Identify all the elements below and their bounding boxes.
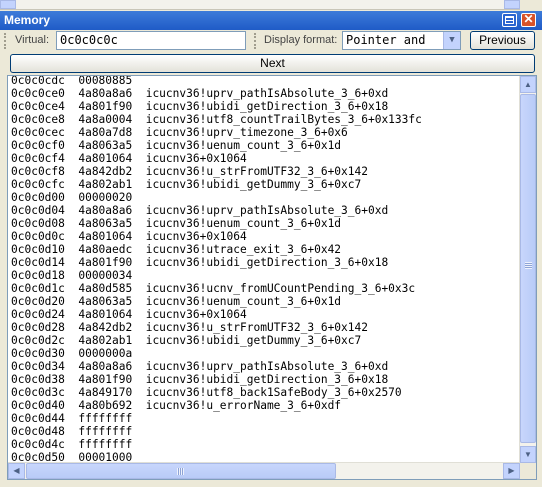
horizontal-scrollbar[interactable]: ◀ ▶ bbox=[8, 462, 520, 479]
memory-line: 0c0c0cfc 4a802ab1 icucnv36!ubidi_getDumm… bbox=[11, 178, 362, 191]
memory-line: 0c0c0d48 ffffffff bbox=[11, 425, 133, 438]
memory-view[interactable]: 0c0c0cdc 00080885 0c0c0ce0 4a80a8a6 icucn… bbox=[7, 75, 537, 480]
memory-line: 0c0c0cf4 4a801064 icucnv36+0x1064 bbox=[11, 152, 247, 165]
window-title: Memory bbox=[4, 13, 51, 27]
display-format-value: Pointer and bbox=[346, 33, 426, 47]
memory-line: 0c0c0ce0 4a80a8a6 icucnv36!uprv_pathIsAb… bbox=[11, 87, 389, 100]
memory-line: 0c0c0d2c 4a802ab1 icucnv36!ubidi_getDumm… bbox=[11, 334, 362, 347]
memory-line: 0c0c0d34 4a80a8a6 icucnv36!uprv_pathIsAb… bbox=[11, 360, 389, 373]
scroll-left-arrow[interactable] bbox=[0, 0, 16, 9]
memory-line: 0c0c0d04 4a80a8a6 icucnv36!uprv_pathIsAb… bbox=[11, 204, 389, 217]
next-button[interactable]: Next bbox=[10, 54, 535, 73]
scroll-track[interactable] bbox=[0, 0, 520, 10]
horizontal-scroll-thumb[interactable] bbox=[26, 463, 336, 479]
scroll-corner bbox=[520, 463, 536, 479]
memory-line: 0c0c0d30 0000000a bbox=[11, 347, 133, 360]
virtual-label: Virtual: bbox=[15, 34, 50, 46]
memory-line: 0c0c0cf0 4a8063a5 icucnv36!uenum_count_3… bbox=[11, 139, 342, 152]
chevron-down-icon[interactable]: ▼ bbox=[443, 32, 460, 49]
memory-toolbar: Virtual: 0c0c0c0c Display format: Pointe… bbox=[0, 30, 542, 52]
scroll-right-arrow[interactable] bbox=[504, 0, 520, 9]
memory-line: 0c0c0cec 4a80a7d8 icucnv36!uprv_timezone… bbox=[11, 126, 348, 139]
virtual-address-input[interactable]: 0c0c0c0c bbox=[56, 31, 246, 50]
memory-line: 0c0c0d24 4a801064 icucnv36+0x1064 bbox=[11, 308, 247, 321]
memory-line: 0c0c0d0c 4a801064 icucnv36+0x1064 bbox=[11, 230, 247, 243]
memory-line: 0c0c0d1c 4a80d585 icucnv36!ucnv_fromUCou… bbox=[11, 282, 416, 295]
memory-line: 0c0c0d08 4a8063a5 icucnv36!uenum_count_3… bbox=[11, 217, 342, 230]
close-icon[interactable]: ✕ bbox=[521, 12, 536, 27]
scroll-up-arrow[interactable]: ▲ bbox=[520, 76, 536, 93]
memory-line: 0c0c0d4c ffffffff bbox=[11, 438, 133, 451]
memory-line: 0c0c0d3c 4a849170 icucnv36!utf8_back1Saf… bbox=[11, 386, 402, 399]
display-format-label: Display format: bbox=[264, 34, 338, 46]
previous-pane-scrollbar[interactable] bbox=[0, 0, 542, 11]
vertical-scrollbar[interactable]: ▲ ▼ bbox=[519, 76, 536, 463]
memory-line: 0c0c0d14 4a801f90 icucnv36!ubidi_getDire… bbox=[11, 256, 389, 269]
vertical-scroll-thumb[interactable] bbox=[520, 94, 536, 443]
memory-line: 0c0c0cdc 00080885 bbox=[11, 75, 133, 87]
memory-line: 0c0c0d00 00000020 bbox=[11, 191, 133, 204]
previous-button[interactable]: Previous bbox=[470, 31, 535, 50]
grid-icon[interactable] bbox=[502, 13, 517, 27]
scroll-down-arrow[interactable]: ▼ bbox=[520, 446, 536, 463]
memory-lines: 0c0c0cdc 00080885 0c0c0ce0 4a80a8a6 icucn… bbox=[11, 75, 422, 464]
scroll-right-arrow[interactable]: ▶ bbox=[503, 463, 520, 479]
memory-line: 0c0c0ce4 4a801f90 icucnv36!ubidi_getDire… bbox=[11, 100, 389, 113]
memory-line: 0c0c0d28 4a842db2 icucnv36!u_strFromUTF3… bbox=[11, 321, 368, 334]
scroll-left-arrow[interactable]: ◀ bbox=[8, 463, 25, 479]
memory-line: 0c0c0d20 4a8063a5 icucnv36!uenum_count_3… bbox=[11, 295, 342, 308]
toolbar-grip[interactable] bbox=[4, 33, 9, 49]
memory-line: 0c0c0d40 4a80b692 icucnv36!u_errorName_3… bbox=[11, 399, 342, 412]
memory-line: 0c0c0d44 ffffffff bbox=[11, 412, 133, 425]
memory-line: 0c0c0cf8 4a842db2 icucnv36!u_strFromUTF3… bbox=[11, 165, 368, 178]
memory-line: 0c0c0d38 4a801f90 icucnv36!ubidi_getDire… bbox=[11, 373, 389, 386]
memory-line: 0c0c0d10 4a80aedc icucnv36!utrace_exit_3… bbox=[11, 243, 342, 256]
display-format-select[interactable]: Pointer and ▼ bbox=[342, 31, 461, 50]
toolbar-grip[interactable] bbox=[254, 33, 259, 49]
memory-line: 0c0c0d18 00000034 bbox=[11, 269, 133, 282]
memory-line: 0c0c0ce8 4a8a0004 icucnv36!utf8_countTra… bbox=[11, 113, 422, 126]
memory-window-titlebar: Memory ✕ bbox=[0, 11, 542, 30]
